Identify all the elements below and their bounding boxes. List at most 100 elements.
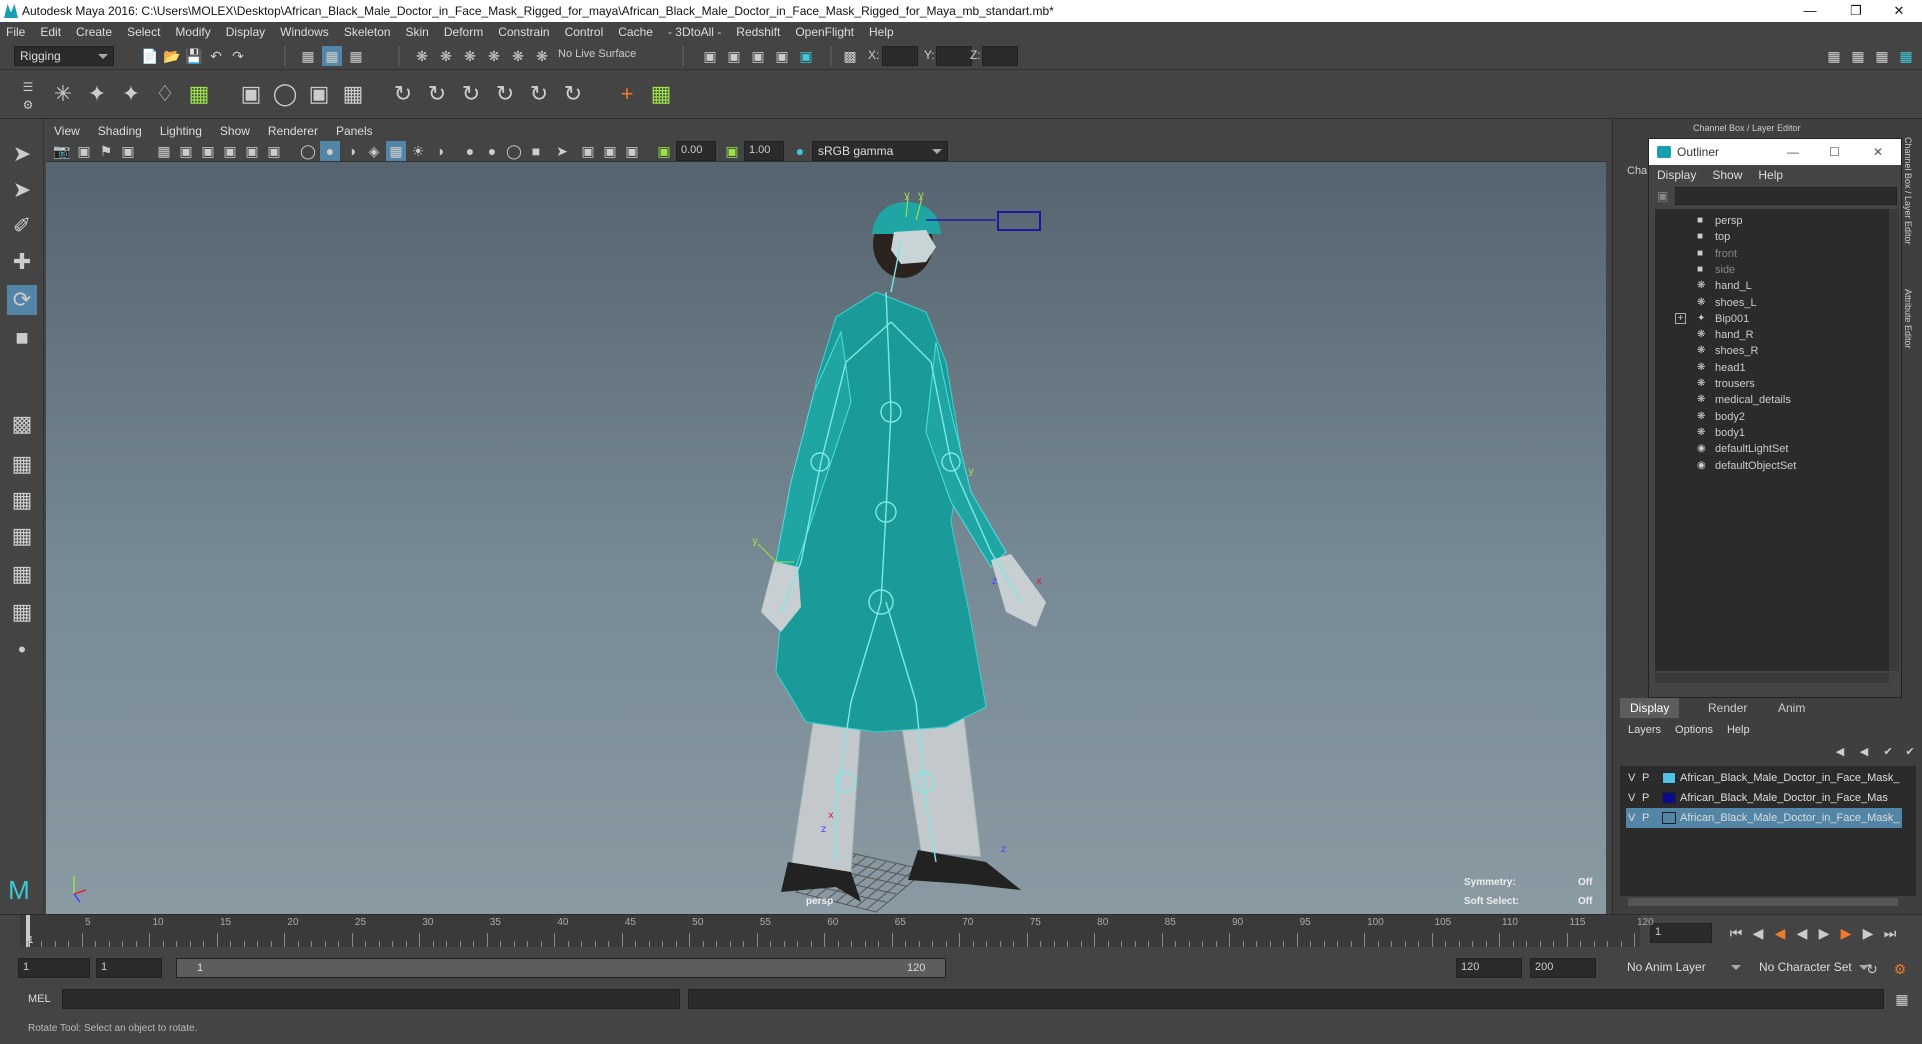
playback-start-field[interactable]: 1 (96, 958, 162, 978)
move-tool-icon[interactable]: ✚ (7, 247, 37, 277)
shelf-menu-icon[interactable]: ☰ (18, 77, 38, 97)
tab-anim[interactable]: Anim (1768, 698, 1815, 718)
menu-deform[interactable]: Deform (444, 25, 483, 39)
menu-control[interactable]: Control (565, 25, 604, 39)
time-slider[interactable]: 1 1 ⏮ ◀ ◀ ◀ ▶ ▶ ▶ ⏭ 5 10 15 20 25 30 35 40 45 50 5… (0, 914, 1922, 954)
layer-visibility-toggle[interactable]: V (1628, 768, 1635, 788)
menu-edit[interactable]: Edit (40, 25, 61, 39)
layout-icon[interactable]: ▦ (7, 597, 37, 627)
select-hierarchy-icon[interactable]: ▦ (298, 46, 318, 66)
wireframe-on-shaded-icon[interactable]: ◈ (364, 141, 384, 161)
menu-help[interactable]: Help (869, 25, 894, 39)
x-field[interactable] (882, 46, 918, 66)
snap-surface-icon[interactable]: ❋ (508, 46, 528, 66)
panel-collapse-icon[interactable]: • (7, 635, 37, 665)
close-button[interactable]: ✕ (1876, 0, 1922, 22)
menu-openflight[interactable]: OpenFlight (795, 25, 854, 39)
outliner-close-icon[interactable]: ✕ (1873, 139, 1883, 165)
menu-modify[interactable]: Modify (175, 25, 210, 39)
menu-redshift[interactable]: Redshift (736, 25, 780, 39)
playback-end-field[interactable]: 120 (1456, 958, 1522, 978)
menu-skin[interactable]: Skin (406, 25, 429, 39)
field-chart-icon[interactable]: ▣ (242, 141, 262, 161)
scale-constraint-icon[interactable]: ↻ (490, 79, 520, 109)
film-gate-icon[interactable]: ▣ (176, 141, 196, 161)
render-settings-icon[interactable]: ▣ (748, 46, 768, 66)
motion-blur-icon[interactable]: ● (482, 141, 502, 161)
layer-move-down-icon[interactable]: ◀ (1854, 742, 1874, 762)
z-field[interactable] (982, 46, 1018, 66)
screen-space-ao-icon[interactable]: ● (460, 141, 480, 161)
parent-constraint-icon[interactable]: ↻ (524, 79, 554, 109)
viewport-menu-view[interactable]: View (54, 124, 80, 138)
step-back-frame-icon[interactable]: ◀ (1770, 923, 1790, 943)
gamma-icon[interactable]: ▣ (722, 141, 742, 161)
layer-move-up-icon[interactable]: ◀ (1830, 742, 1850, 762)
play-backwards-icon[interactable]: ◀ (1792, 923, 1812, 943)
snap-grid-icon[interactable]: ❋ (412, 46, 432, 66)
wireframe-icon[interactable]: ◯ (298, 141, 318, 161)
current-frame-field[interactable]: 1 (1650, 923, 1712, 943)
step-back-key-icon[interactable]: ◀ (1748, 923, 1768, 943)
layer-color-swatch[interactable] (1662, 772, 1676, 784)
layer-row[interactable]: V P African_Black_Male_Doctor_in_Face_Mask… (1626, 768, 1902, 788)
xray-joints-icon[interactable]: ▣ (600, 141, 620, 161)
layer-visibility-toggle[interactable]: V (1628, 788, 1635, 808)
layer-playback-toggle[interactable]: P (1642, 808, 1649, 828)
lights-icon[interactable]: ☀ (408, 141, 428, 161)
resolution-gate-icon[interactable]: ▣ (198, 141, 218, 161)
outliner-menu-display[interactable]: Display (1657, 168, 1696, 182)
open-scene-icon[interactable]: 📂 (162, 46, 182, 66)
snap-view-icon[interactable]: ❋ (484, 46, 504, 66)
orient-constraint-icon[interactable]: ↻ (456, 79, 486, 109)
menu-skeleton[interactable]: Skeleton (344, 25, 391, 39)
layer-hscroll[interactable] (1628, 898, 1898, 906)
camera-attrs-icon[interactable]: ▣ (74, 141, 94, 161)
anim-layer-dropdown[interactable]: No Anim Layer (1622, 958, 1746, 978)
attribute-editor-icon[interactable]: ▦ (1848, 46, 1868, 66)
snap-curve-icon[interactable]: ❋ (436, 46, 456, 66)
outliner-hscroll[interactable] (1655, 673, 1889, 683)
play-forwards-icon[interactable]: ▶ (1814, 923, 1834, 943)
menu-cache[interactable]: Cache (618, 25, 653, 39)
aim-constraint-icon[interactable]: ↻ (422, 79, 452, 109)
cluster-icon[interactable]: ▦ (338, 79, 368, 109)
lattice-icon[interactable]: ▣ (304, 79, 334, 109)
mode-dropdown[interactable]: Rigging (14, 46, 114, 66)
undo-icon[interactable]: ↶ (206, 46, 226, 66)
viewport-menu-shading[interactable]: Shading (98, 124, 142, 138)
start-time-field[interactable]: 1 (18, 958, 90, 978)
script-editor-icon[interactable]: ▦ (1892, 989, 1912, 1009)
range-slider[interactable]: 1 120 (176, 958, 946, 978)
preferences-icon[interactable]: ⚙ (1890, 959, 1910, 979)
select-tool-icon[interactable]: ➤ (7, 139, 37, 169)
outliner-window[interactable]: Outliner — ☐ ✕ Display Show Help ▣ ■ persp ■… (1648, 138, 1902, 698)
dof-icon[interactable]: ■ (526, 141, 546, 161)
exposure-icon[interactable]: ▣ (654, 141, 674, 161)
select-camera-icon[interactable]: 📷 (52, 141, 72, 161)
layer-row[interactable]: V P African_Black_Male_Doctor_in_Face_Mask… (1626, 808, 1902, 828)
tool-settings-icon[interactable]: ▦ (1872, 46, 1892, 66)
cluster-handle-icon[interactable]: ▦ (646, 79, 676, 109)
bookmark-icon[interactable]: ⚑ (96, 141, 116, 161)
ik-handle-icon[interactable]: ✦ (82, 79, 112, 109)
layer-playback-toggle[interactable]: P (1642, 788, 1649, 808)
tab-display[interactable]: Display (1620, 698, 1680, 718)
blend-shape-icon[interactable]: ◯ (270, 79, 300, 109)
select-component-icon[interactable]: ▦ (346, 46, 366, 66)
xray-icon[interactable]: ▣ (578, 141, 598, 161)
y-field[interactable] (936, 46, 972, 66)
gamma-field[interactable]: 1.00 (744, 141, 784, 161)
outliner-filter-icon[interactable]: ▣ (1657, 189, 1668, 203)
viewport-menu-show[interactable]: Show (220, 124, 250, 138)
select-object-icon[interactable]: ▦ (322, 46, 342, 66)
new-scene-icon[interactable]: 📄 (140, 46, 160, 66)
new-layer-selected-icon[interactable]: ✔ (1900, 742, 1920, 762)
lasso-tool-icon[interactable]: ➤ (7, 175, 37, 205)
layer-playback-toggle[interactable]: P (1642, 768, 1649, 788)
save-scene-icon[interactable]: 💾 (184, 46, 204, 66)
layer-menu-options[interactable]: Options (1675, 724, 1713, 736)
viewport-menu-renderer[interactable]: Renderer (268, 124, 318, 138)
tab-render[interactable]: Render (1698, 698, 1757, 718)
exposure-field[interactable]: 0.00 (676, 141, 716, 161)
